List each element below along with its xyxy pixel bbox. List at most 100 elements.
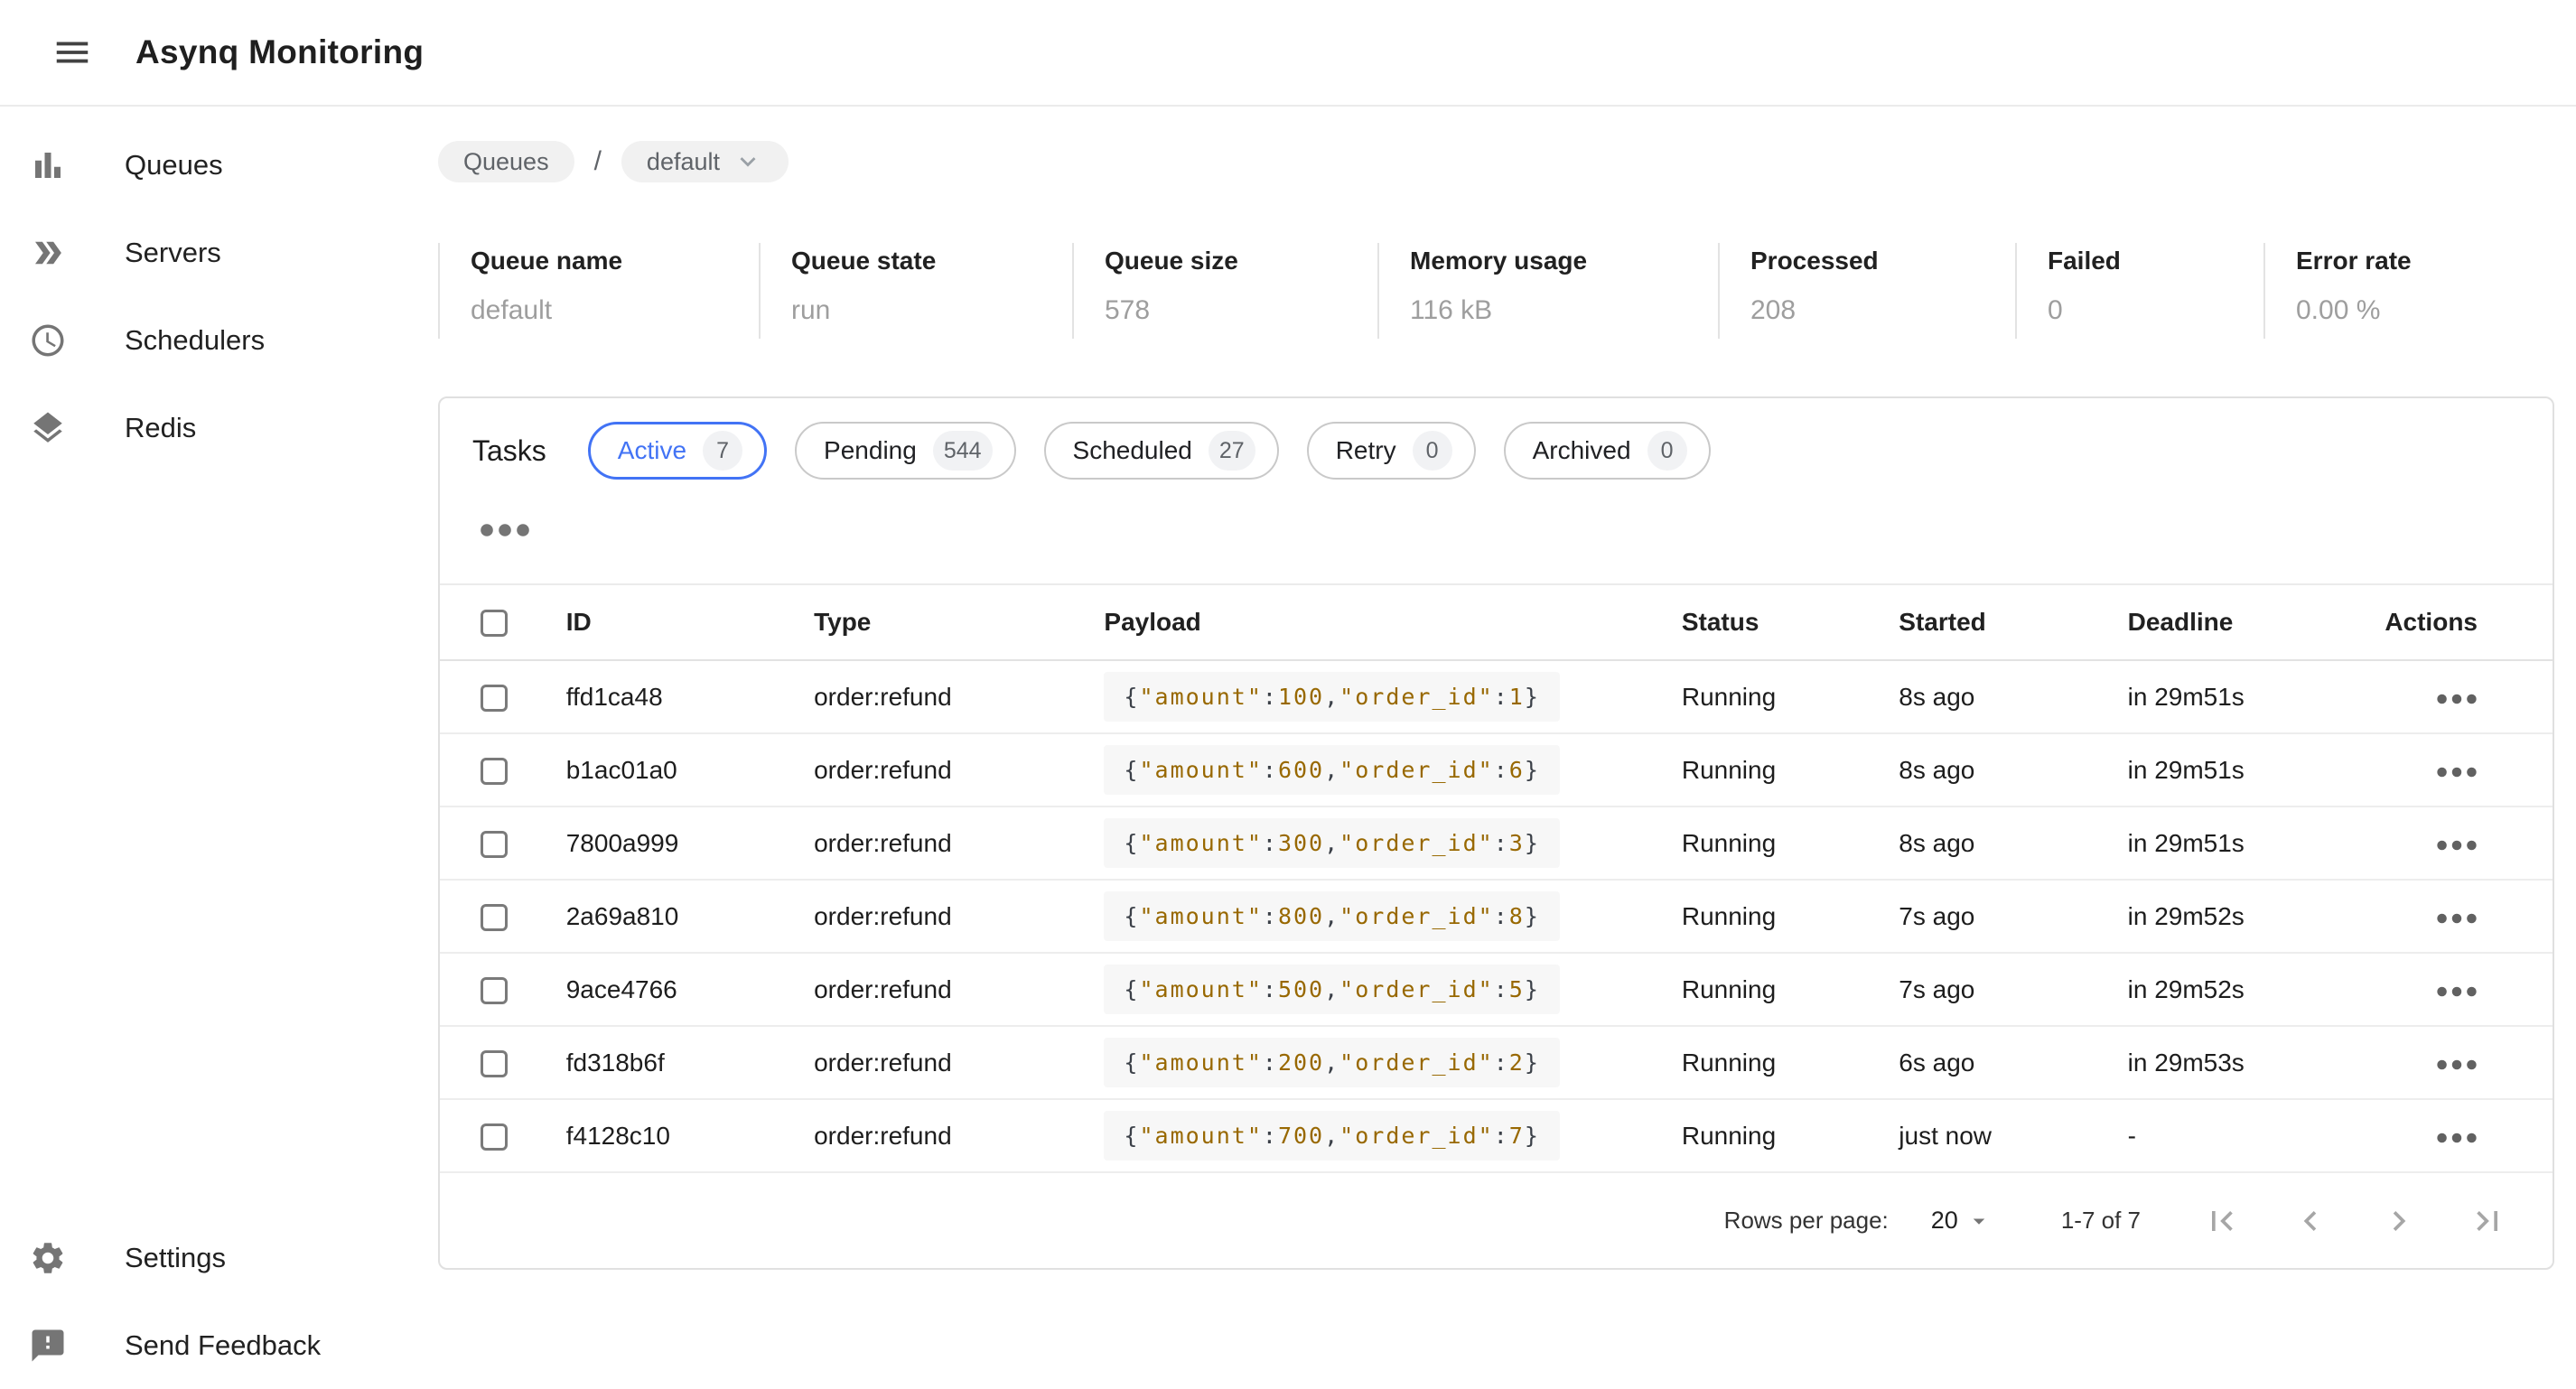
row-actions-button[interactable] [2436,1132,2478,1147]
col-header-type: Type [814,584,1104,660]
next-page-button[interactable] [2377,1199,2421,1243]
breadcrumb-root-label: Queues [463,148,549,176]
row-checkbox[interactable] [481,831,508,858]
queue-select-chip[interactable]: default [621,141,789,182]
select-all-checkbox[interactable] [481,610,508,637]
sidebar-item-schedulers[interactable]: Schedulers [0,296,438,384]
stat-processed: Processed 208 [1718,243,2015,339]
stat-queue-size: Queue size 578 [1072,243,1377,339]
task-status: Running [1682,733,1899,806]
menu-button[interactable] [43,23,101,81]
app-title: Asynq Monitoring [135,33,424,71]
stat-value: run [791,295,1072,326]
rows-per-page-value: 20 [1931,1207,1958,1235]
row-checkbox[interactable] [481,1123,508,1151]
task-id: 7800a999 [566,806,814,880]
sidebar-item-label: Settings [125,1242,226,1274]
layers-icon [27,407,69,449]
last-page-button[interactable] [2466,1199,2509,1243]
stat-label: Queue name [471,247,759,275]
previous-page-button[interactable] [2289,1199,2332,1243]
rows-per-page-select[interactable]: 20 [1931,1207,1993,1235]
task-id: 2a69a810 [566,880,814,953]
row-actions-button[interactable] [2436,985,2478,1001]
hamburger-icon [51,32,93,73]
row-checkbox[interactable] [481,904,508,931]
task-status: Running [1682,660,1899,733]
rows-per-page-label: Rows per page: [1724,1207,1889,1235]
task-payload: {"amount":800,"order_id":8} [1104,891,1559,941]
task-deadline: in 29m51s [2128,806,2378,880]
task-deadline: in 29m52s [2128,953,2378,1026]
sidebar-item-settings[interactable]: Settings [0,1214,438,1301]
breadcrumb-queues-chip[interactable]: Queues [438,141,574,182]
sidebar: Queues Servers Schedulers Redis [0,107,438,1389]
tab-count-badge: 0 [1413,431,1452,471]
tasks-card-header: Tasks Active 7 Pending 544 Scheduled 27 [440,398,2553,480]
task-status: Running [1682,1026,1899,1099]
tab-active[interactable]: Active 7 [588,422,767,480]
pagination-nav [2200,1199,2509,1243]
gear-icon [27,1237,69,1279]
task-payload: {"amount":200,"order_id":2} [1104,1038,1559,1087]
sidebar-item-label: Send Feedback [125,1329,321,1362]
task-deadline: in 29m51s [2128,733,2378,806]
stat-value: default [471,295,759,326]
task-id: f4128c10 [566,1099,814,1172]
first-page-icon [2202,1201,2242,1241]
sidebar-item-label: Schedulers [125,324,265,357]
tasks-card: Tasks Active 7 Pending 544 Scheduled 27 [438,396,2554,1270]
sidebar-item-send-feedback[interactable]: Send Feedback [0,1301,438,1389]
tab-label: Pending [824,436,917,465]
col-header-id: ID [566,584,814,660]
row-checkbox[interactable] [481,977,508,1004]
row-actions-button[interactable] [2436,912,2478,928]
row-checkbox[interactable] [481,1050,508,1077]
stat-value: 0 [2048,295,2263,326]
tab-pending[interactable]: Pending 544 [795,422,1015,480]
tab-count-badge: 27 [1209,431,1255,471]
col-header-status: Status [1682,584,1899,660]
table-row: f4128c10 order:refund {"amount":700,"ord… [440,1099,2553,1172]
tab-retry[interactable]: Retry 0 [1307,422,1476,480]
stat-failed: Failed 0 [2015,243,2263,339]
row-actions-button[interactable] [2436,839,2478,854]
sidebar-item-queues[interactable]: Queues [0,121,438,209]
task-deadline: - [2128,1099,2378,1172]
sidebar-item-servers[interactable]: Servers [0,209,438,296]
row-checkbox[interactable] [481,758,508,785]
stat-value: 208 [1750,295,2015,326]
double-arrow-icon [27,232,69,274]
chevron-left-icon [2291,1201,2330,1241]
chevron-right-icon [2379,1201,2419,1241]
col-header-payload: Payload [1104,584,1681,660]
clock-icon [27,320,69,361]
task-type: order:refund [814,733,1104,806]
sidebar-item-redis[interactable]: Redis [0,384,438,471]
tab-label: Archived [1533,436,1631,465]
feedback-icon [27,1325,69,1366]
tab-archived[interactable]: Archived 0 [1504,422,1711,480]
col-header-actions: Actions [2378,584,2553,660]
stat-label: Queue state [791,247,1072,275]
bulk-actions-menu-button[interactable] [480,522,530,538]
bar-chart-icon [27,144,69,186]
row-actions-button[interactable] [2436,1058,2478,1074]
first-page-button[interactable] [2200,1199,2244,1243]
last-page-icon [2468,1201,2507,1241]
tab-count-badge: 0 [1647,431,1687,471]
task-started: just now [1899,1099,2127,1172]
stat-error-rate: Error rate 0.00 % [2263,243,2554,339]
task-deadline: in 29m52s [2128,880,2378,953]
task-type: order:refund [814,806,1104,880]
task-payload: {"amount":300,"order_id":3} [1104,818,1559,868]
row-actions-button[interactable] [2436,766,2478,781]
tab-scheduled[interactable]: Scheduled 27 [1044,422,1279,480]
task-payload: {"amount":500,"order_id":5} [1104,965,1559,1014]
task-started: 7s ago [1899,953,2127,1026]
row-checkbox[interactable] [481,685,508,712]
task-status: Running [1682,880,1899,953]
stat-memory-usage: Memory usage 116 kB [1377,243,1718,339]
row-actions-button[interactable] [2436,693,2478,708]
pagination-range: 1-7 of 7 [2061,1207,2141,1235]
